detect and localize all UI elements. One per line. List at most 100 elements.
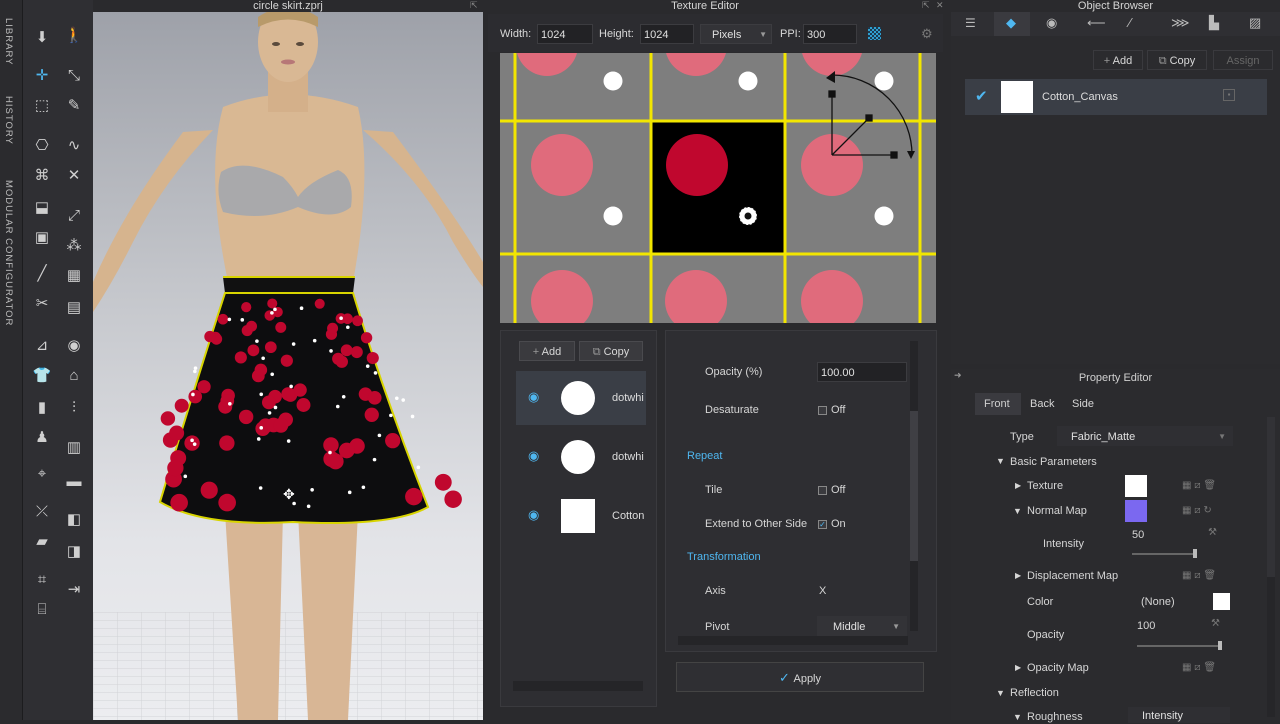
- collapsed-arrow-icon[interactable]: ▶: [1015, 663, 1021, 672]
- checker-icon[interactable]: [868, 27, 881, 40]
- check-icon[interactable]: ✔: [975, 87, 988, 105]
- normal-map-swatch[interactable]: [1125, 500, 1147, 522]
- object-add-button[interactable]: + Add: [1093, 50, 1143, 70]
- buttonhole-icon[interactable]: ⟵: [1087, 15, 1106, 31]
- displacement-actions-icon[interactable]: ▦ ⧄ 🗑: [1182, 570, 1216, 581]
- color-value[interactable]: (None): [1141, 596, 1175, 608]
- extend-checkbox[interactable]: ✓ On: [818, 518, 846, 530]
- tool-icon[interactable]: ▬: [63, 470, 85, 492]
- popout-icon[interactable]: ⇱: [922, 0, 930, 11]
- tab-front[interactable]: Front: [975, 393, 1021, 415]
- layer-copy-button[interactable]: ⧉ Copy: [579, 341, 643, 361]
- tab-back[interactable]: Back: [1030, 398, 1054, 410]
- zipper-icon[interactable]: ⋙: [1171, 15, 1190, 31]
- cross-icon[interactable]: ✕: [63, 164, 85, 186]
- tape-icon[interactable]: ⤫: [31, 500, 53, 522]
- opacity-slider[interactable]: [1137, 645, 1221, 647]
- pin-icon[interactable]: ⤡: [63, 64, 85, 86]
- tool-icon[interactable]: ⤢: [63, 204, 85, 226]
- tab-side[interactable]: Side: [1072, 398, 1094, 410]
- visibility-eye-icon[interactable]: ◉: [528, 389, 539, 405]
- tool-icon[interactable]: ⁂: [63, 234, 85, 256]
- tool-icon[interactable]: ⌸: [31, 598, 53, 620]
- layer-name[interactable]: Cotton: [612, 510, 644, 522]
- trim-icon[interactable]: ▙: [1209, 15, 1219, 31]
- wrench-icon[interactable]: ⚒: [1208, 527, 1217, 538]
- object-copy-button[interactable]: ⧉ Copy: [1147, 50, 1207, 70]
- tab-fabric[interactable]: ◆: [994, 12, 1030, 36]
- opacity-value[interactable]: 100: [1137, 620, 1155, 632]
- expanded-arrow-icon[interactable]: ▼: [996, 688, 1005, 698]
- width-field[interactable]: 1024: [537, 24, 593, 44]
- tool-icon[interactable]: ⌂: [63, 364, 85, 386]
- grid-icon[interactable]: ▦: [63, 264, 85, 286]
- tool-icon[interactable]: ⬓: [31, 196, 53, 218]
- wrench-icon[interactable]: ⚒: [1211, 618, 1220, 629]
- tool-icon[interactable]: ▮: [31, 396, 53, 418]
- move-down-icon[interactable]: ⬇: [31, 26, 53, 48]
- expanded-arrow-icon[interactable]: ▼: [996, 456, 1005, 466]
- intensity-value[interactable]: 50: [1132, 529, 1144, 541]
- tool-icon[interactable]: ⌘: [31, 164, 53, 186]
- tool-icon[interactable]: ⊿: [31, 334, 53, 356]
- tool-icon[interactable]: ◧: [63, 508, 85, 530]
- intensity-slider-knob[interactable]: [1193, 549, 1197, 558]
- tool-icon[interactable]: ◨: [63, 540, 85, 562]
- needle-icon[interactable]: ╱: [31, 262, 53, 284]
- ruler-icon[interactable]: ▰: [31, 530, 53, 552]
- horizontal-scrollbar[interactable]: [678, 636, 908, 645]
- object-list-item[interactable]: ✔ Cotton_Canvas ▪: [965, 79, 1267, 115]
- collapsed-arrow-icon[interactable]: ▶: [1015, 481, 1021, 490]
- texture-canvas[interactable]: [500, 53, 936, 323]
- pivot-select[interactable]: Middle ▼: [817, 616, 907, 636]
- select-box-icon[interactable]: ⬚: [31, 94, 53, 116]
- expanded-arrow-icon[interactable]: ▼: [1013, 712, 1022, 722]
- zipper-icon[interactable]: ⫶: [63, 396, 85, 418]
- tab-library[interactable]: LIBRARY: [3, 18, 14, 65]
- tool-icon[interactable]: ⇥: [63, 578, 85, 600]
- tile-checkbox[interactable]: Off: [818, 484, 845, 496]
- button-icon[interactable]: ◉: [1046, 15, 1057, 31]
- opacity-slider-knob[interactable]: [1218, 641, 1222, 650]
- opacity-field[interactable]: 100.00: [817, 362, 907, 382]
- tool-icon[interactable]: ▥: [63, 436, 85, 458]
- curve-icon[interactable]: ∿: [63, 134, 85, 156]
- visibility-eye-icon[interactable]: ◉: [528, 448, 539, 464]
- vertical-scrollbar[interactable]: [910, 341, 918, 631]
- horizontal-scrollbar[interactable]: [513, 681, 643, 691]
- axis-value[interactable]: X: [819, 585, 826, 597]
- texture-swatch[interactable]: [1125, 475, 1147, 497]
- desaturate-checkbox[interactable]: Off: [818, 404, 845, 416]
- collapsed-arrow-icon[interactable]: ▶: [1015, 571, 1021, 580]
- graphic-icon[interactable]: ▨: [1249, 15, 1261, 31]
- expanded-arrow-icon[interactable]: ▼: [1013, 506, 1022, 516]
- transform-icon[interactable]: ✛: [31, 64, 53, 86]
- intensity-slider[interactable]: [1132, 553, 1197, 555]
- object-assign-button[interactable]: Assign: [1213, 50, 1273, 70]
- opacity-map-actions-icon[interactable]: ▦ ⧄ 🗑: [1182, 662, 1216, 673]
- layer-name[interactable]: dotwhi: [612, 451, 644, 463]
- ppi-field[interactable]: 300: [803, 24, 857, 44]
- 3d-viewport[interactable]: ✥: [93, 12, 483, 720]
- popout-icon[interactable]: ⇱: [470, 0, 478, 11]
- unit-select[interactable]: Pixels ▼: [700, 24, 772, 44]
- type-select[interactable]: Fabric_Matte ▼: [1057, 426, 1233, 446]
- tool-icon[interactable]: ⌖: [31, 462, 53, 484]
- color-swatch[interactable]: [1213, 593, 1230, 610]
- apply-button[interactable]: ✓ Apply: [676, 662, 924, 692]
- texture-actions-icon[interactable]: ▦ ⧄ 🗑: [1182, 480, 1216, 491]
- walk-icon[interactable]: 🚶: [63, 24, 85, 46]
- button-icon[interactable]: ◉: [63, 334, 85, 356]
- avatar-icon[interactable]: ♟: [31, 426, 53, 448]
- tab-history[interactable]: HISTORY: [3, 96, 14, 145]
- close-icon[interactable]: ✕: [936, 0, 944, 11]
- lock-icon[interactable]: ▪: [1223, 89, 1235, 101]
- tab-modular-configurator[interactable]: MODULAR CONFIGURATOR: [3, 180, 14, 326]
- topstitch-icon[interactable]: ⁄: [1129, 15, 1131, 30]
- tool-icon[interactable]: ✂: [31, 292, 53, 314]
- tool-icon[interactable]: ⌗: [31, 568, 53, 590]
- tool-icon[interactable]: ⎔: [31, 134, 53, 156]
- list-icon[interactable]: ☰: [965, 16, 976, 30]
- vertical-scrollbar[interactable]: [1267, 417, 1275, 717]
- grid-icon[interactable]: ▤: [63, 296, 85, 318]
